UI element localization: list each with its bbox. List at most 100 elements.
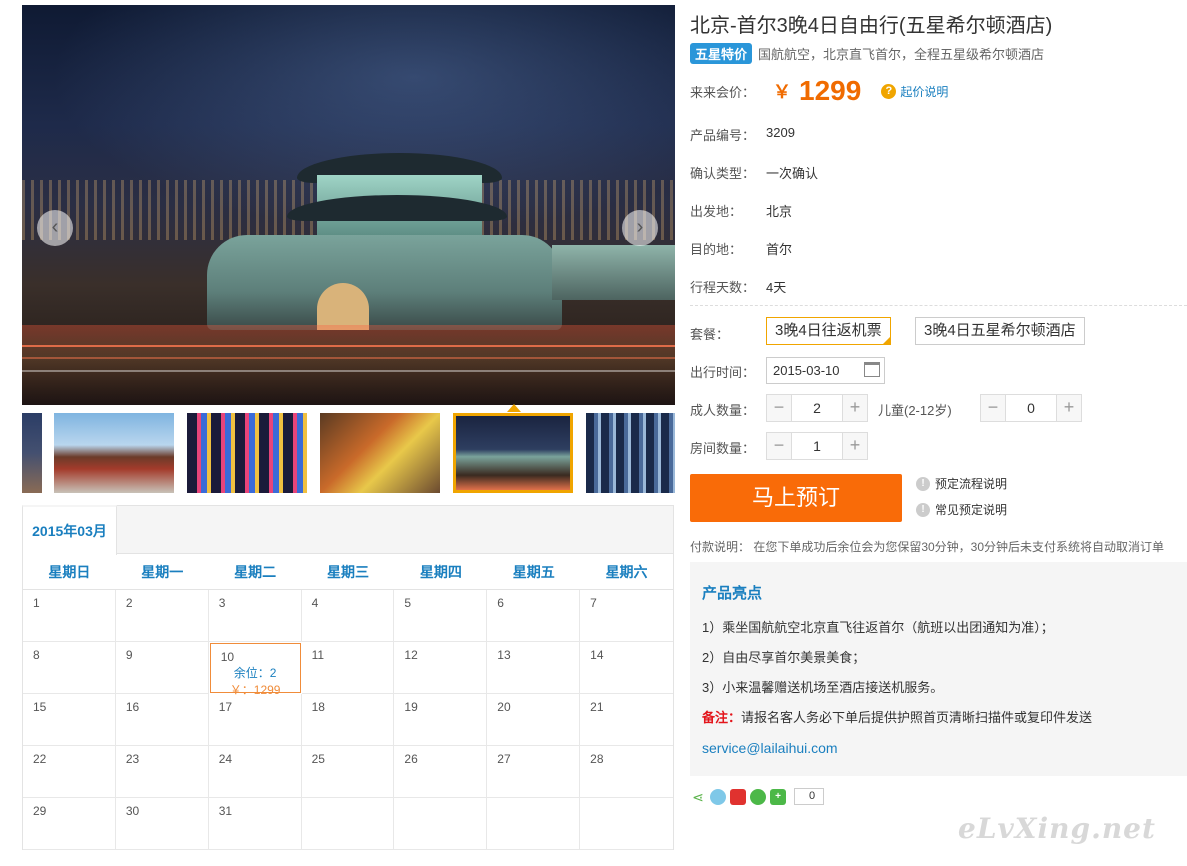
calendar-day-cell[interactable]: 11 xyxy=(301,642,395,694)
day-number: 23 xyxy=(125,752,140,766)
day-number: 8 xyxy=(33,648,40,662)
thumbnail-2[interactable] xyxy=(54,413,174,493)
calendar-tabbar: 2015年03月 xyxy=(22,505,673,555)
day-number: 26 xyxy=(404,752,418,766)
note-text: 请报名客人务必下单后提供护照首页清晰扫描件或复印件发送 xyxy=(741,710,1093,725)
calendar-day-cell[interactable]: 14 xyxy=(580,642,673,694)
adult-minus-button[interactable]: − xyxy=(767,395,792,421)
calendar-day-cell[interactable]: 30 xyxy=(115,798,209,850)
weibo-icon[interactable] xyxy=(730,788,746,805)
calendar-day-cell[interactable]: 3 xyxy=(208,590,302,642)
product-subtitle: 国航航空，北京直飞首尔，全程五星级希尔顿酒店 xyxy=(758,47,1045,62)
calendar-day-cell[interactable]: 4 xyxy=(301,590,395,642)
wechat-icon[interactable] xyxy=(750,788,766,805)
thumbnail-strip xyxy=(22,413,675,493)
info-value: 北京 xyxy=(766,204,793,219)
service-email-link[interactable]: service@lailaihui.com xyxy=(702,740,838,756)
calendar-day-cell[interactable]: 22 xyxy=(23,746,116,798)
calendar-day-cell[interactable]: 26 xyxy=(394,746,488,798)
calendar-day-cell[interactable]: 17 xyxy=(208,694,302,746)
package-option-flight[interactable]: 3晚4日往返机票 xyxy=(766,317,891,345)
calendar-day-cell[interactable]: 31 xyxy=(208,798,302,850)
calendar-icon[interactable] xyxy=(864,362,880,377)
weekday-label: 星期六 xyxy=(605,564,648,580)
calendar-day-cell[interactable]: 29 xyxy=(23,798,116,850)
day-number: 31 xyxy=(218,804,233,818)
calendar-day-cell[interactable]: 21 xyxy=(580,694,673,746)
thumbnail-4[interactable] xyxy=(320,413,440,493)
calendar-day-cell[interactable]: 7 xyxy=(580,590,673,642)
calendar-weekday-header: 星期日 星期一 星期二 星期三 星期四 星期五 星期六 xyxy=(23,554,673,590)
thumbnail-3[interactable] xyxy=(187,413,307,493)
gallery-next-button[interactable]: › xyxy=(622,210,658,246)
calendar-day-cell[interactable]: 18 xyxy=(301,694,395,746)
booking-faq-link[interactable]: ! 常见预定说明 xyxy=(916,501,1007,518)
weekday-label: 星期五 xyxy=(512,564,555,580)
price-explanation-link[interactable]: 起价说明 xyxy=(900,83,948,100)
day-number: 25 xyxy=(311,752,325,766)
calendar-day-cell[interactable]: 23 xyxy=(115,746,209,798)
weekday-label: 星期三 xyxy=(326,564,369,580)
info-value: 首尔 xyxy=(766,242,793,257)
note-label: 备注： xyxy=(702,710,742,725)
calendar-day-cell[interactable]: 9 xyxy=(115,642,209,694)
room-count[interactable]: 1 xyxy=(792,433,842,459)
adult-count[interactable]: 2 xyxy=(792,395,842,421)
calendar-day-cell[interactable]: 13 xyxy=(487,642,581,694)
day-number: 28 xyxy=(590,752,604,766)
day-number: 9 xyxy=(125,648,133,662)
qzone-icon[interactable] xyxy=(710,788,726,805)
adult-stepper: − 2 + xyxy=(766,394,868,422)
calendar-day-cell[interactable]: 15 xyxy=(23,694,116,746)
day-number: 30 xyxy=(125,804,140,818)
day-number: 3 xyxy=(218,596,226,610)
book-now-button[interactable]: 马上预订 xyxy=(690,474,902,522)
calendar-day-cell[interactable]: 28 xyxy=(580,746,673,798)
watermark: eLvXing.net xyxy=(958,812,1156,845)
tab-month[interactable]: 2015年03月 xyxy=(22,505,117,555)
adult-plus-button[interactable]: + xyxy=(842,395,867,421)
child-plus-button[interactable]: + xyxy=(1056,395,1081,421)
day-number: 15 xyxy=(33,700,47,714)
day-number: 7 xyxy=(590,596,597,610)
day-number: 24 xyxy=(218,752,233,766)
child-count[interactable]: 0 xyxy=(1006,395,1056,421)
calendar-day-cell[interactable]: 1 xyxy=(23,590,116,642)
info-value: 4天 xyxy=(766,280,787,295)
calendar-day-cell[interactable]: 8 xyxy=(23,642,116,694)
highlight-note: 备注：请报名客人务必下单后提供护照首页清晰扫描件或复印件发送 xyxy=(702,703,1175,733)
booking-process-link[interactable]: ! 预定流程说明 xyxy=(916,475,1007,492)
calendar-day-available[interactable]: 10 余位：2 ￥：1299 xyxy=(209,643,301,697)
room-plus-button[interactable]: + xyxy=(842,433,867,459)
calendar-day-cell[interactable]: 12 xyxy=(394,642,488,694)
child-label: 儿童(2-12岁) xyxy=(878,403,952,418)
room-minus-button[interactable]: − xyxy=(767,433,792,459)
calendar-day-cell[interactable]: 6 xyxy=(487,590,581,642)
child-minus-button[interactable]: − xyxy=(981,395,1006,421)
calendar-day-cell xyxy=(301,798,395,850)
thumbnail-6[interactable] xyxy=(586,413,675,493)
thumbnail-5[interactable] xyxy=(453,413,573,493)
calendar-day-cell[interactable]: 20 xyxy=(487,694,581,746)
help-link-label: 预定流程说明 xyxy=(935,477,1008,491)
product-subtitle-row: 五星特价 国航航空，北京直飞首尔，全程五星级希尔顿酒店 xyxy=(690,43,1044,64)
calendar-day-cell[interactable]: 25 xyxy=(301,746,395,798)
gallery-prev-button[interactable]: ‹ xyxy=(37,210,73,246)
calendar-day-cell[interactable]: 5 xyxy=(394,590,488,642)
day-number: 16 xyxy=(125,700,140,714)
day-number: 6 xyxy=(497,596,504,610)
package-label: 套餐： xyxy=(690,327,730,342)
calendar-day-cell[interactable]: 27 xyxy=(487,746,581,798)
day-number: 22 xyxy=(33,752,47,766)
calendar-day-cell[interactable]: 19 xyxy=(394,694,488,746)
share-icon[interactable]: ⋖ xyxy=(690,788,706,805)
package-option-hotel[interactable]: 3晚4日五星希尔顿酒店 xyxy=(915,317,1085,345)
calendar-day-cell[interactable]: 2 xyxy=(115,590,209,642)
more-share-icon[interactable]: + xyxy=(770,788,786,805)
info-icon: ! xyxy=(916,476,930,491)
thumbnail-1[interactable] xyxy=(22,413,42,493)
calendar-day-cell[interactable]: 24 xyxy=(208,746,302,798)
calendar-day-cell[interactable]: 16 xyxy=(115,694,209,746)
info-destination: 目的地： 首尔 xyxy=(690,239,792,258)
day-number: 5 xyxy=(404,596,412,610)
